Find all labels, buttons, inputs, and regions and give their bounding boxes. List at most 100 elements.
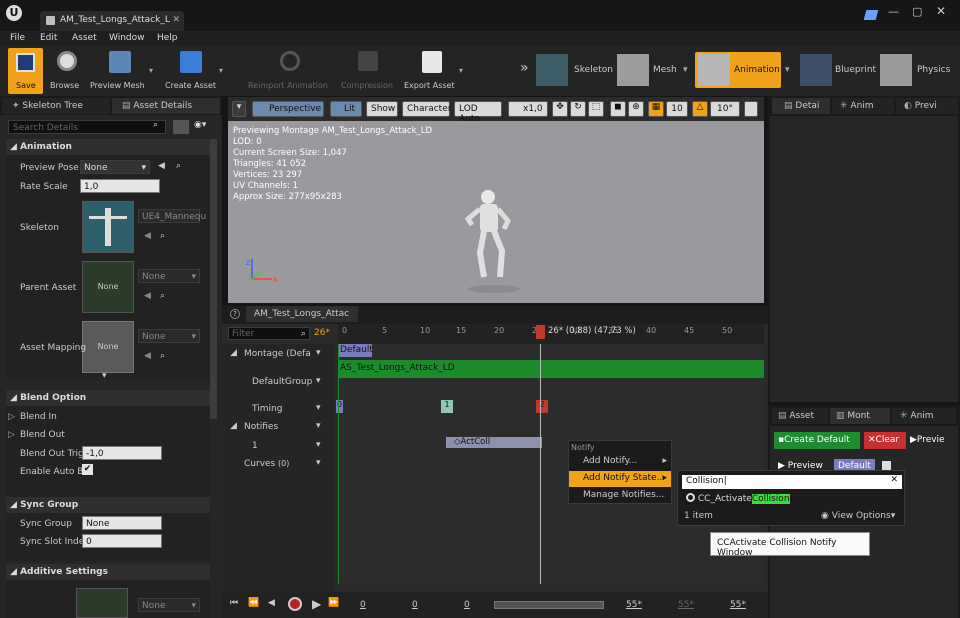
sync-group-header[interactable]: ◢ Sync Group xyxy=(6,497,210,513)
tab-anim-notifies[interactable]: ✳ Anim xyxy=(892,408,956,424)
translate-icon[interactable]: ✥ xyxy=(552,101,568,117)
speed-button[interactable]: x1,0 xyxy=(508,101,548,117)
mode-physics[interactable]: Physics xyxy=(880,54,958,86)
close-tab-icon[interactable]: ✕ xyxy=(172,15,180,25)
mode-mesh[interactable]: Mesh ▾ xyxy=(617,54,692,86)
notify-state-bar[interactable]: ◇ActColl xyxy=(446,437,542,448)
section-checkbox[interactable] xyxy=(882,461,891,470)
sync-slot-field[interactable]: 0 xyxy=(82,534,162,548)
lod-button[interactable]: LOD Auto xyxy=(454,101,502,124)
show-button[interactable]: Show xyxy=(366,101,398,117)
export-asset-button[interactable]: Export Asset xyxy=(402,48,460,94)
picker-result-item[interactable]: CC_ActivateCollision xyxy=(682,492,902,506)
grid-snap-value[interactable]: 10 xyxy=(666,101,688,117)
reimport-animation-button[interactable]: Reimport Animation xyxy=(246,48,334,94)
expand-advanced-icon[interactable]: ▾ xyxy=(102,371,107,381)
menu-asset[interactable]: Asset xyxy=(72,33,97,43)
skeleton-thumbnail[interactable] xyxy=(82,201,134,253)
curves-dropdown-icon[interactable]: ▾ xyxy=(316,458,321,468)
picker-search-input[interactable]: Collision| ✕ xyxy=(682,475,902,489)
clear-button[interactable]: ✕Clear xyxy=(864,432,906,449)
preview-all-button[interactable]: ▶Previe xyxy=(910,435,945,445)
additive-thumbnail[interactable] xyxy=(76,588,128,618)
scale-icon[interactable]: ⬚ xyxy=(588,101,604,117)
skeleton-use-arrow-icon[interactable]: ◀ xyxy=(144,231,151,241)
playhead-handle[interactable] xyxy=(536,325,545,339)
skeleton-search-icon[interactable]: ⌕ xyxy=(160,231,165,241)
enable-auto-blend-checkbox[interactable]: ✔ xyxy=(82,464,93,475)
parent-asset-arrow-icon[interactable]: ◀ xyxy=(144,291,151,301)
tab-anim[interactable]: ✳ Anim xyxy=(832,98,894,114)
default-group-dropdown-icon[interactable]: ▾ xyxy=(316,376,321,386)
sync-group-field[interactable]: None xyxy=(82,516,162,530)
timing-marker[interactable]: 2 xyxy=(536,400,548,413)
track-filter-input[interactable]: Filter ⌕ xyxy=(228,327,310,340)
default-section-bar[interactable]: Default xyxy=(338,344,373,357)
mode-skeleton[interactable]: Skeleton xyxy=(536,54,613,86)
timeline-ruler[interactable]: 0 5 10 15 20 25 30 35 40 45 50 26* (0,88… xyxy=(338,324,764,344)
montage-slot-dropdown-icon[interactable]: ▾ xyxy=(316,348,321,358)
create-default-button[interactable]: ▪Create Default xyxy=(774,432,860,449)
collapse-arrow-icon[interactable]: ◢ xyxy=(230,348,237,358)
play-reverse-icon[interactable]: ◀ xyxy=(268,598,275,608)
blend-option-header[interactable]: ◢ Blend Option xyxy=(6,390,210,406)
notify-track-dropdown-icon[interactable]: ▾ xyxy=(316,440,321,450)
maximize-icon[interactable]: ▢ xyxy=(912,5,922,18)
details-search-input[interactable]: Search Details xyxy=(8,120,166,134)
tab-details[interactable]: ▤ Detai xyxy=(772,98,830,114)
lit-button[interactable]: Lit xyxy=(330,101,362,117)
timeline[interactable]: 0 5 10 15 20 25 30 35 40 45 50 26* (0,88… xyxy=(336,324,764,584)
tab-asset-details[interactable]: ▤ Asset Details xyxy=(112,98,220,114)
blend-out-expand-icon[interactable]: ▷ xyxy=(8,430,15,440)
create-asset-button[interactable]: Create Asset xyxy=(160,48,220,94)
timeline-scrollbar[interactable] xyxy=(494,601,604,609)
menu-item-add-notify[interactable]: Add Notify... ▸ xyxy=(569,454,671,470)
timing-marker[interactable]: 1 xyxy=(441,400,453,413)
notification-icon[interactable] xyxy=(863,10,879,20)
anim-segment-bar[interactable]: AS_Test_Longs_Attack_LD xyxy=(338,360,764,378)
menu-item-manage-notifies[interactable]: Manage Notifies... xyxy=(569,488,671,504)
animation-dropdown-icon[interactable]: ▾ xyxy=(785,65,790,75)
mode-animation[interactable]: Animation xyxy=(695,52,781,88)
record-icon[interactable] xyxy=(288,597,302,611)
close-window-icon[interactable]: ✕ xyxy=(936,4,946,18)
parent-asset-dropdown[interactable]: None ▾ xyxy=(138,269,200,283)
property-matrix-icon[interactable] xyxy=(173,120,189,134)
step-forward-icon[interactable]: ⏩ xyxy=(328,598,339,608)
mesh-dropdown-icon[interactable]: ▾ xyxy=(683,65,688,75)
rotation-snap-icon[interactable]: △ xyxy=(692,101,708,117)
viewport[interactable]: ▾ Perspective Lit Show Character LOD Aut… xyxy=(228,97,764,303)
minimize-icon[interactable]: — xyxy=(888,5,899,18)
help-icon[interactable]: ? xyxy=(230,309,240,319)
visibility-eye-icon[interactable]: ◉▾ xyxy=(194,120,206,130)
grid-snap-icon[interactable]: ▦ xyxy=(648,101,664,117)
blend-in-expand-icon[interactable]: ▷ xyxy=(8,412,15,422)
asset-mapping-arrow-icon[interactable]: ◀ xyxy=(144,351,151,361)
montage-tab[interactable]: AM_Test_Longs_Attac xyxy=(246,306,358,322)
character-button[interactable]: Character xyxy=(402,101,451,117)
timing-dropdown-icon[interactable]: ▾ xyxy=(316,403,321,413)
tab-skeleton-tree[interactable]: ✦ Skeleton Tree xyxy=(2,98,110,114)
surface-snap-icon[interactable]: ◼ xyxy=(610,101,626,117)
save-button[interactable]: Save xyxy=(8,48,43,94)
mode-blueprint[interactable]: Blueprint xyxy=(800,54,878,86)
additive-dropdown[interactable]: None ▾ xyxy=(138,598,200,612)
tab-montage-sections[interactable]: ▥ Mont xyxy=(830,408,890,424)
browse-button[interactable]: Browse xyxy=(48,48,86,94)
asset-mapping-dropdown[interactable]: None ▾ xyxy=(138,329,200,343)
blend-out-trigger-field[interactable]: -1,0 xyxy=(82,446,162,460)
maximize-viewport-icon[interactable] xyxy=(744,101,758,117)
perspective-button[interactable]: Perspective xyxy=(252,101,324,117)
parent-asset-thumbnail[interactable]: None xyxy=(82,261,134,313)
additive-settings-header[interactable]: ◢ Additive Settings xyxy=(6,564,210,580)
play-icon[interactable]: ▶ xyxy=(312,597,321,611)
export-dropdown-icon[interactable]: ▾ xyxy=(459,66,463,75)
preview-mesh-button[interactable]: Preview Mesh xyxy=(89,48,149,94)
step-back-icon[interactable]: ⏪ xyxy=(248,598,259,608)
menu-edit[interactable]: Edit xyxy=(40,33,57,43)
asset-mapping-thumbnail[interactable]: None xyxy=(82,321,134,373)
menu-item-add-notify-state[interactable]: Add Notify State... ▸ xyxy=(569,471,671,487)
menu-window[interactable]: Window xyxy=(109,33,145,43)
tab-asset-browser[interactable]: ▤ Asset xyxy=(772,408,828,424)
asset-mapping-search-icon[interactable]: ⌕ xyxy=(160,351,165,361)
